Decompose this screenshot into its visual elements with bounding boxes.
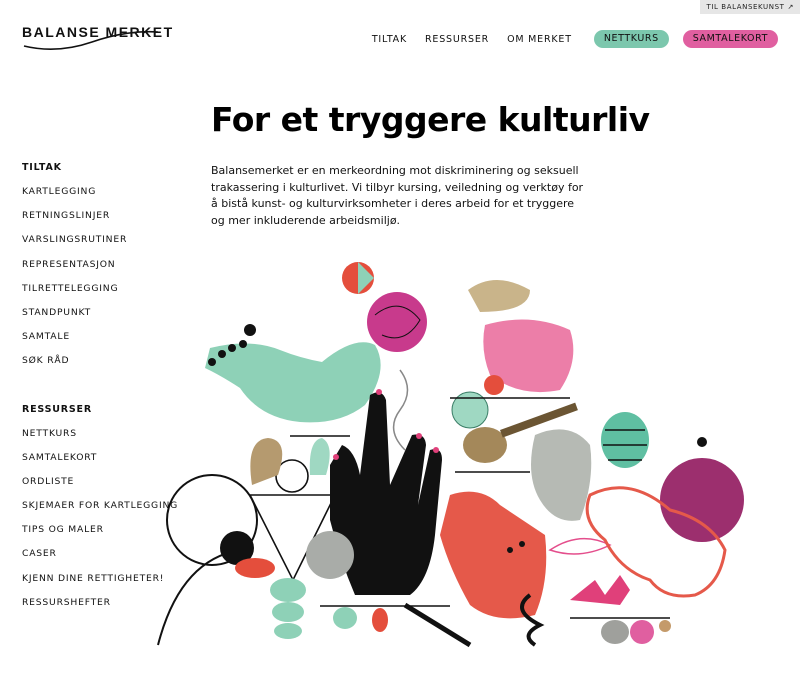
teal-foot xyxy=(205,342,381,423)
sidebar-item-retningslinjer[interactable]: RETNINGSLINJER xyxy=(22,210,197,234)
external-arrow-icon: ↗ xyxy=(787,3,794,11)
page-title: For et tryggere kulturliv xyxy=(211,100,650,139)
external-balansekunst-link[interactable]: TIL BALANSEKUNST ↗ xyxy=(700,0,800,14)
samtalekort-button[interactable]: SAMTALEKORT xyxy=(682,30,778,48)
logo[interactable]: BALANSE MERKET xyxy=(22,20,172,54)
intro-text: Balansemerket er en merkeordning mot dis… xyxy=(211,164,584,227)
external-link-label: TIL BALANSEKUNST xyxy=(706,3,785,11)
nav-tiltak[interactable]: TILTAK xyxy=(372,34,407,45)
site-header: BALANSE MERKET TILTAK RESSURSER OM MERKE… xyxy=(22,20,778,60)
logo-text: BALANSE MERKET xyxy=(22,24,174,40)
collage-illustration xyxy=(157,262,744,648)
collage-shapes xyxy=(157,262,744,648)
yarn-ball xyxy=(367,292,427,352)
sidebar-item-kartlegging[interactable]: KARTLEGGING xyxy=(22,186,197,210)
nettkurs-button[interactable]: NETTKURS xyxy=(593,30,669,48)
nav-om-merket[interactable]: OM MERKET xyxy=(507,34,572,45)
nav-ressurser[interactable]: RESSURSER xyxy=(425,34,489,45)
violin xyxy=(463,427,507,463)
main-nav: TILTAK RESSURSER OM MERKET NETTKURS SAMT… xyxy=(354,30,778,48)
grey-head xyxy=(531,429,592,521)
magenta-circle xyxy=(660,458,744,542)
orange-block xyxy=(440,491,547,619)
sidebar-heading-tiltak[interactable]: TILTAK xyxy=(22,162,197,186)
